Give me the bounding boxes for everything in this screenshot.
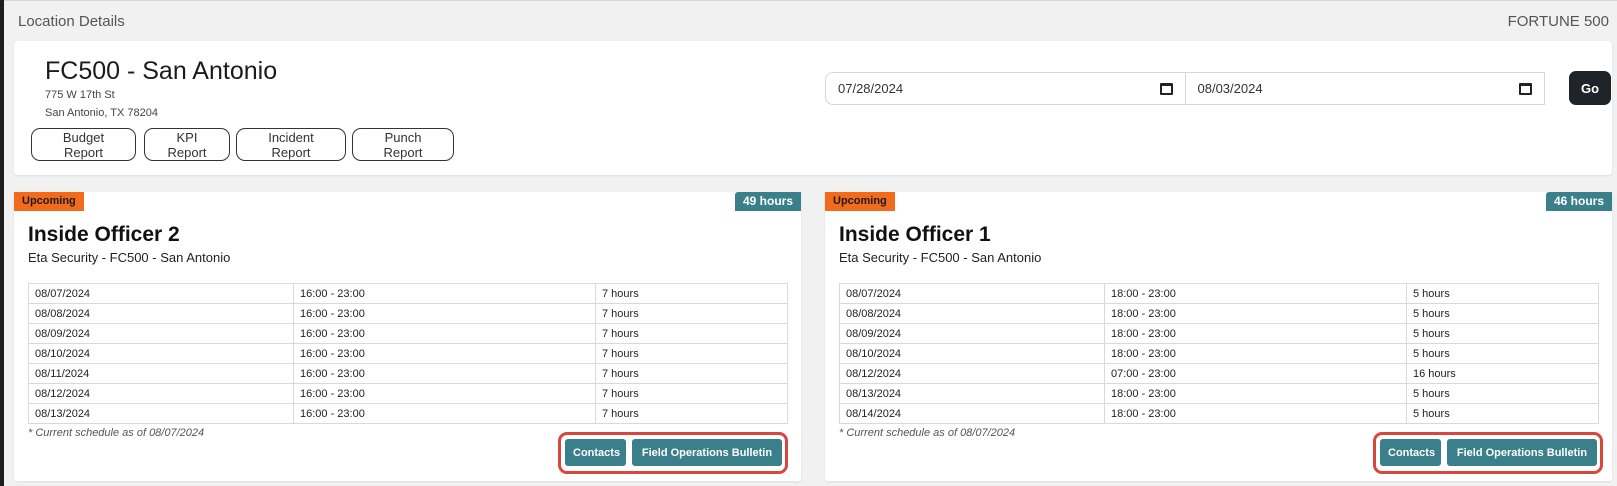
shift-card: Upcoming 49 hours Inside Officer 2 Eta S… bbox=[14, 192, 801, 481]
time-cell: 18:00 - 23:00 bbox=[1104, 283, 1407, 304]
shift-card: Upcoming 46 hours Inside Officer 1 Eta S… bbox=[825, 192, 1612, 481]
date-cell: 08/07/2024 bbox=[839, 283, 1105, 304]
time-cell: 07:00 - 23:00 bbox=[1104, 363, 1407, 384]
date-cell: 08/13/2024 bbox=[28, 403, 294, 424]
contacts-button[interactable]: Contacts bbox=[1380, 439, 1441, 466]
calendar-icon[interactable] bbox=[1159, 82, 1173, 95]
address-line-1: 775 W 17th St bbox=[45, 89, 115, 101]
date-cell: 08/10/2024 bbox=[839, 343, 1105, 364]
brand-label: FORTUNE 500 bbox=[1507, 13, 1609, 30]
table-row: 08/09/2024 18:00 - 23:00 5 hours bbox=[839, 323, 1599, 344]
table-row: 08/12/2024 16:00 - 23:00 7 hours bbox=[28, 383, 788, 404]
hours-cell: 7 hours bbox=[595, 343, 788, 364]
table-row: 08/08/2024 18:00 - 23:00 5 hours bbox=[839, 303, 1599, 324]
table-row: 08/11/2024 16:00 - 23:00 7 hours bbox=[28, 363, 788, 384]
incident-report-button[interactable]: Incident Report bbox=[236, 128, 346, 161]
table-row: 08/13/2024 18:00 - 23:00 5 hours bbox=[839, 383, 1599, 404]
go-button[interactable]: Go bbox=[1569, 71, 1611, 105]
time-cell: 18:00 - 23:00 bbox=[1104, 303, 1407, 324]
time-cell: 16:00 - 23:00 bbox=[293, 323, 596, 344]
table-row: 08/07/2024 16:00 - 23:00 7 hours bbox=[28, 283, 788, 304]
end-date-input[interactable]: 08/03/2024 bbox=[1184, 73, 1545, 104]
schedule-table: 08/07/2024 18:00 - 23:00 5 hours 08/08/202… bbox=[839, 283, 1599, 424]
schedule-table: 08/07/2024 16:00 - 23:00 7 hours 08/08/202… bbox=[28, 283, 788, 424]
date-cell: 08/07/2024 bbox=[28, 283, 294, 304]
address-line-2: San Antonio, TX 78204 bbox=[45, 107, 158, 119]
window-edge bbox=[0, 0, 4, 486]
schedule-note: * Current schedule as of 08/07/2024 bbox=[839, 427, 1016, 439]
date-cell: 08/09/2024 bbox=[28, 323, 294, 344]
hours-cell: 5 hours bbox=[1406, 343, 1599, 364]
kpi-report-button[interactable]: KPI Report bbox=[144, 128, 230, 161]
total-hours-badge: 46 hours bbox=[1545, 192, 1612, 211]
field-operations-bulletin-button[interactable]: Field Operations Bulletin bbox=[1447, 439, 1597, 466]
date-cell: 08/10/2024 bbox=[28, 343, 294, 364]
shift-subtitle: Eta Security - FC500 - San Antonio bbox=[839, 250, 1042, 265]
date-cell: 08/12/2024 bbox=[28, 383, 294, 404]
hours-cell: 7 hours bbox=[595, 403, 788, 424]
status-badge: Upcoming bbox=[14, 192, 84, 211]
time-cell: 16:00 - 23:00 bbox=[293, 383, 596, 404]
end-date-value: 08/03/2024 bbox=[1197, 81, 1263, 96]
date-cell: 08/09/2024 bbox=[839, 323, 1105, 344]
hours-cell: 5 hours bbox=[1406, 323, 1599, 344]
punch-report-button[interactable]: Punch Report bbox=[352, 128, 454, 161]
field-operations-bulletin-button[interactable]: Field Operations Bulletin bbox=[632, 439, 782, 466]
hours-cell: 5 hours bbox=[1406, 403, 1599, 424]
shift-title: Inside Officer 1 bbox=[839, 223, 991, 246]
date-cell: 08/13/2024 bbox=[839, 383, 1105, 404]
table-row: 08/09/2024 16:00 - 23:00 7 hours bbox=[28, 323, 788, 344]
total-hours-badge: 49 hours bbox=[734, 192, 801, 211]
schedule-note: * Current schedule as of 08/07/2024 bbox=[28, 427, 205, 439]
hours-cell: 7 hours bbox=[595, 303, 788, 324]
date-cell: 08/08/2024 bbox=[839, 303, 1105, 324]
table-row: 08/08/2024 16:00 - 23:00 7 hours bbox=[28, 303, 788, 324]
table-row: 08/10/2024 18:00 - 23:00 5 hours bbox=[839, 343, 1599, 364]
time-cell: 16:00 - 23:00 bbox=[293, 283, 596, 304]
table-row: 08/07/2024 18:00 - 23:00 5 hours bbox=[839, 283, 1599, 304]
time-cell: 16:00 - 23:00 bbox=[293, 363, 596, 384]
table-row: 08/12/2024 07:00 - 23:00 16 hours bbox=[839, 363, 1599, 384]
hours-cell: 7 hours bbox=[595, 383, 788, 404]
calendar-icon[interactable] bbox=[1519, 82, 1532, 95]
time-cell: 18:00 - 23:00 bbox=[1104, 343, 1407, 364]
start-date-input[interactable]: 07/28/2024 bbox=[826, 73, 1185, 104]
date-range-group: 07/28/2024 08/03/2024 bbox=[825, 72, 1545, 105]
date-cell: 08/11/2024 bbox=[28, 363, 294, 384]
contacts-button[interactable]: Contacts bbox=[565, 439, 626, 466]
time-cell: 18:00 - 23:00 bbox=[1104, 383, 1407, 404]
table-row: 08/13/2024 16:00 - 23:00 7 hours bbox=[28, 403, 788, 424]
time-cell: 18:00 - 23:00 bbox=[1104, 403, 1407, 424]
date-cell: 08/12/2024 bbox=[839, 363, 1105, 384]
hours-cell: 16 hours bbox=[1406, 363, 1599, 384]
shift-subtitle: Eta Security - FC500 - San Antonio bbox=[28, 250, 231, 265]
hours-cell: 7 hours bbox=[595, 363, 788, 384]
start-date-value: 07/28/2024 bbox=[838, 81, 904, 96]
hours-cell: 5 hours bbox=[1406, 383, 1599, 404]
hours-cell: 5 hours bbox=[1406, 303, 1599, 324]
table-row: 08/14/2024 18:00 - 23:00 5 hours bbox=[839, 403, 1599, 424]
time-cell: 18:00 - 23:00 bbox=[1104, 323, 1407, 344]
time-cell: 16:00 - 23:00 bbox=[293, 303, 596, 324]
time-cell: 16:00 - 23:00 bbox=[293, 403, 596, 424]
location-header-card: FC500 - San Antonio 775 W 17th St San An… bbox=[14, 41, 1612, 175]
hours-cell: 7 hours bbox=[595, 323, 788, 344]
time-cell: 16:00 - 23:00 bbox=[293, 343, 596, 364]
hours-cell: 7 hours bbox=[595, 283, 788, 304]
table-row: 08/10/2024 16:00 - 23:00 7 hours bbox=[28, 343, 788, 364]
hours-cell: 5 hours bbox=[1406, 283, 1599, 304]
top-bar: Location Details FORTUNE 500 bbox=[4, 0, 1617, 41]
location-name: FC500 - San Antonio bbox=[45, 57, 278, 85]
budget-report-button[interactable]: Budget Report bbox=[31, 128, 136, 161]
page-title: Location Details bbox=[18, 13, 125, 30]
status-badge: Upcoming bbox=[825, 192, 895, 211]
date-cell: 08/08/2024 bbox=[28, 303, 294, 324]
date-cell: 08/14/2024 bbox=[839, 403, 1105, 424]
shift-title: Inside Officer 2 bbox=[28, 223, 180, 246]
